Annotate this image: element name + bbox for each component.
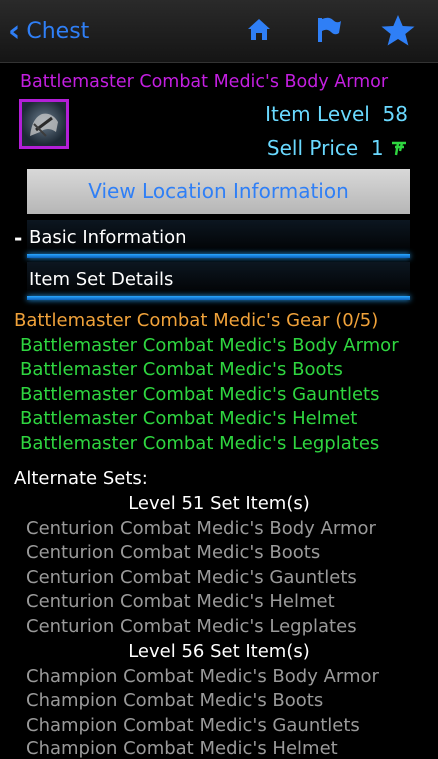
- level-heading: Level 56 Set Item(s): [128, 641, 310, 662]
- item-level-label: Item Level: [265, 102, 370, 126]
- star-icon[interactable]: [379, 13, 417, 49]
- section-basic-label: Basic Information: [29, 227, 187, 248]
- back-label: Chest: [26, 18, 90, 44]
- sell-price-label: Sell Price: [266, 136, 359, 160]
- set-item[interactable]: Battlemaster Combat Medic's Helmet: [20, 408, 357, 429]
- home-icon[interactable]: [245, 13, 273, 47]
- set-item[interactable]: Battlemaster Combat Medic's Gauntlets: [20, 384, 379, 405]
- collapse-toggle[interactable]: -: [14, 226, 22, 250]
- section-set-label: Item Set Details: [29, 269, 174, 290]
- back-button[interactable]: ‹ Chest: [8, 13, 90, 49]
- sell-price: Sell Price 1: [267, 136, 408, 160]
- level-heading: Level 51 Set Item(s): [128, 493, 310, 514]
- credits-icon: [392, 141, 406, 156]
- alternate-item[interactable]: Champion Combat Medic's Boots: [26, 690, 323, 711]
- section-item-set-details[interactable]: Item Set Details: [27, 262, 410, 300]
- armor-icon: [30, 113, 58, 137]
- set-item[interactable]: Battlemaster Combat Medic's Boots: [20, 359, 343, 380]
- flag-icon[interactable]: [313, 13, 343, 47]
- set-item[interactable]: Battlemaster Combat Medic's Body Armor: [20, 335, 399, 356]
- view-location-button[interactable]: View Location Information: [27, 169, 410, 214]
- alternate-item[interactable]: Centurion Combat Medic's Boots: [26, 542, 320, 563]
- navigation-bar: ‹ Chest: [0, 0, 438, 63]
- section-basic-information[interactable]: Basic Information: [27, 220, 410, 258]
- alternate-item[interactable]: Champion Combat Medic's Body Armor: [26, 666, 379, 687]
- alternate-item[interactable]: Centurion Combat Medic's Legplates: [26, 616, 357, 637]
- alternate-item[interactable]: Champion Combat Medic's Gauntlets: [26, 715, 360, 736]
- item-level-value: 58: [382, 102, 408, 126]
- set-title: Battlemaster Combat Medic's Gear (0/5): [14, 310, 379, 331]
- alternate-item[interactable]: Centurion Combat Medic's Gauntlets: [26, 567, 357, 588]
- alternate-item[interactable]: Centurion Combat Medic's Body Armor: [26, 518, 376, 539]
- alternate-sets-label: Alternate Sets:: [14, 468, 148, 489]
- item-level: Item Level 58: [265, 102, 408, 126]
- item-name: Battlemaster Combat Medic's Body Armor: [20, 72, 389, 92]
- chevron-left-icon: ‹: [8, 13, 21, 49]
- alternate-item[interactable]: Centurion Combat Medic's Helmet: [26, 591, 335, 612]
- sell-price-value: 1: [370, 136, 384, 160]
- item-thumbnail: [19, 99, 69, 149]
- alternate-item[interactable]: Champion Combat Medic's Helmet: [26, 738, 338, 759]
- set-item[interactable]: Battlemaster Combat Medic's Legplates: [20, 433, 379, 454]
